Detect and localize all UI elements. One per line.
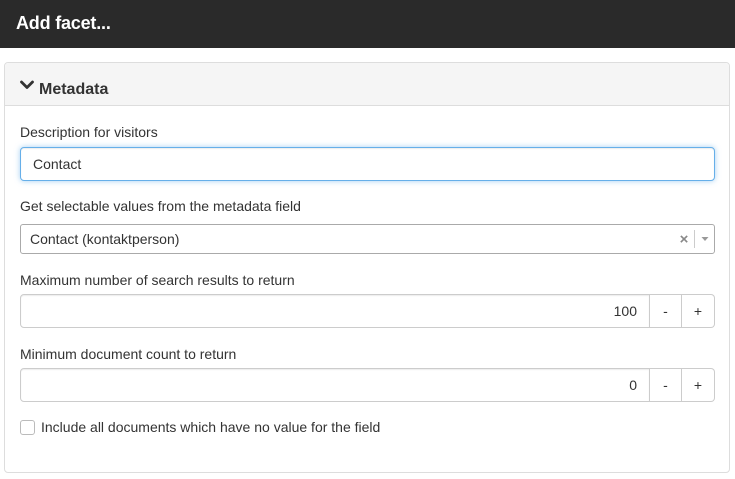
- min-doc-count-input[interactable]: [20, 368, 650, 402]
- max-results-decrement-button[interactable]: -: [650, 294, 682, 328]
- metadata-field-label: Get selectable values from the metadata …: [20, 198, 301, 214]
- select-arrow[interactable]: [695, 236, 714, 242]
- min-doc-count-label: Minimum document count to return: [20, 346, 237, 362]
- dialog-title: Add facet...: [0, 0, 735, 48]
- metadata-field-select[interactable]: Contact (kontaktperson) ×: [20, 224, 715, 254]
- include-empty-option[interactable]: Include all documents which have no valu…: [20, 419, 380, 435]
- metadata-panel-toggle[interactable]: Metadata: [5, 63, 729, 106]
- max-results-label: Maximum number of search results to retu…: [20, 272, 295, 288]
- chevron-down-icon: [20, 80, 34, 89]
- caret-down-icon: [701, 237, 708, 241]
- min-doc-count-increment-button[interactable]: +: [682, 368, 715, 402]
- panel-title: Metadata: [39, 81, 109, 98]
- metadata-panel: Metadata Description for visitors Get se…: [4, 62, 730, 473]
- include-empty-label: Include all documents which have no valu…: [41, 419, 381, 435]
- min-doc-count-decrement-button[interactable]: -: [650, 368, 682, 402]
- max-results-increment-button[interactable]: +: [682, 294, 715, 328]
- max-results-stepper: - +: [20, 294, 715, 328]
- include-empty-checkbox[interactable]: [20, 419, 35, 435]
- max-results-input[interactable]: [20, 294, 650, 328]
- description-label: Description for visitors: [20, 124, 158, 140]
- metadata-field-selected-value: Contact (kontaktperson): [30, 231, 180, 247]
- min-doc-count-stepper: - +: [20, 368, 715, 402]
- description-input[interactable]: [20, 147, 715, 181]
- clear-icon[interactable]: ×: [674, 231, 694, 248]
